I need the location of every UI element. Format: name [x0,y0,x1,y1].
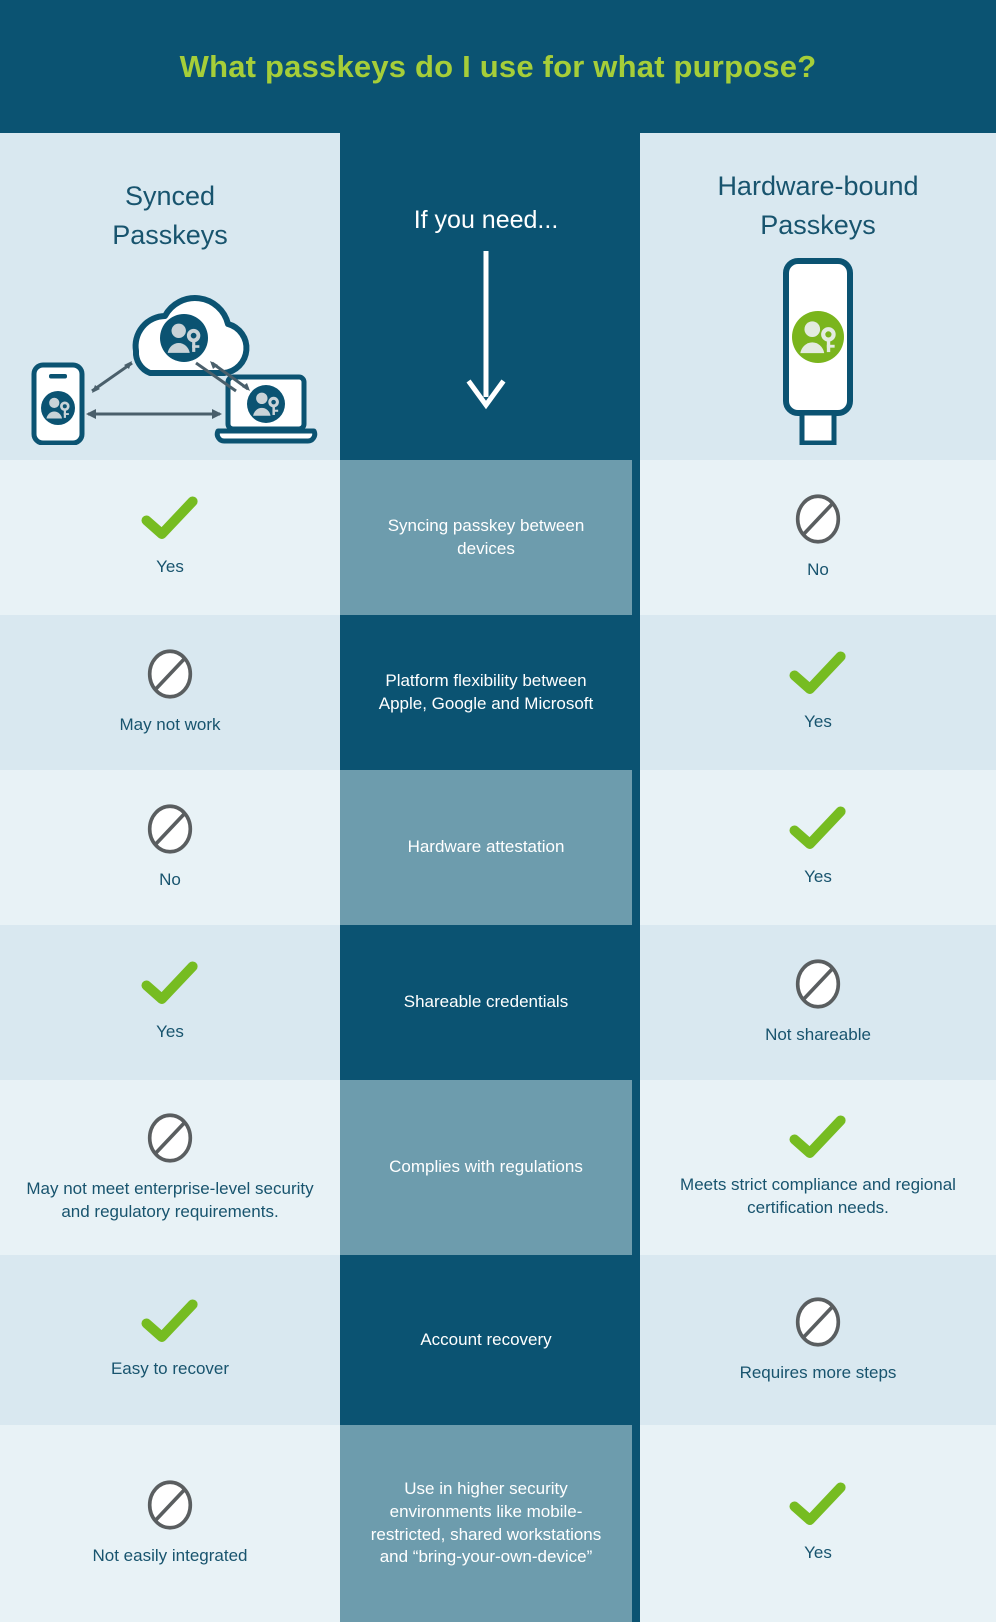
row-2-criterion-cell: Platform flexibility between Apple, Goog… [340,615,632,770]
no-icon [147,649,193,699]
row-6-criterion: Account recovery [420,1329,552,1349]
row-4-criterion-cell: Shareable credentials [340,925,632,1080]
row-3-criterion: Hardware attestation [407,837,565,857]
row-5-criterion: Complies with regulations [389,1157,583,1177]
row-6-right-wrap: Requires more steps [632,1255,996,1425]
row-4-right-wrap: Not shareable [632,925,996,1080]
row-7-criterion-cell: Use in higher security environments like… [340,1425,632,1622]
row-3-criterion-cell: Hardware attestation [340,770,632,925]
row-1-criterion: Syncing passkey between devices [387,515,585,558]
row-7-right-cell: Yes [640,1425,996,1622]
row-2-right-cell: Yes [640,615,996,770]
check-icon [141,496,198,540]
row-1-right-label: No [807,560,829,580]
row-5-right-wrap: Meets strict compliance and regional cer… [632,1080,996,1255]
row-4-criterion: Shareable credentials [403,992,569,1012]
title-bar: What passkeys do I use for what purpose? [0,0,996,133]
row-1-right-cell: No [640,460,996,615]
row-1-right-wrap: No [632,460,996,615]
row-7-left-label: Not easily integrated [92,1546,248,1566]
column-header-synced: Synced Passkeys [0,133,340,460]
row-4-right-label: Not shareable [765,1025,871,1045]
column-title-synced: Synced Passkeys [112,180,228,250]
page-title: What passkeys do I use for what purpose? [179,48,817,84]
row-1-criterion-cell: Syncing passkey between devices [340,460,632,615]
hardware-key-illustration [758,255,878,450]
row-5-left-cell: May not meet enterprise-level security a… [0,1080,340,1255]
row-2-left-label: May not work [119,715,221,735]
row-3-right-label: Yes [804,866,832,886]
row-3-right-cell: Yes [640,770,996,925]
check-icon [789,651,846,695]
row-3-left-label: No [159,870,181,890]
no-icon [147,1480,193,1530]
row-6-criterion-cell: Account recovery [340,1255,632,1425]
row-6-right-cell: Requires more steps [640,1255,996,1425]
row-2-criterion: Platform flexibility between Apple, Goog… [378,670,594,713]
row-1-left-label: Yes [156,556,184,576]
check-icon [141,1299,198,1342]
row-5-left-label: May not meet enterprise-level security a… [26,1178,314,1221]
row-2-right-wrap: Yes [632,615,996,770]
comparison-grid: Synced Passkeys If you need... Hardware-bou… [0,133,996,1622]
row-7-right-label: Yes [804,1542,832,1562]
row-2-right-label: Yes [804,711,832,731]
row-4-left-label: Yes [156,1021,184,1041]
flow-arrow [456,247,516,429]
no-icon [795,494,841,544]
check-icon [141,961,198,1005]
column-header-hardware-bound-wrap: Hardware-bound Passkeys [632,133,996,460]
row-7-right-wrap: Yes [632,1425,996,1622]
row-4-right-cell: Not shareable [640,925,996,1080]
synced-passkeys-illustration [20,265,320,450]
column-title-hardware-bound: Hardware-bound Passkeys [717,171,919,241]
row-4-left-cell: Yes [0,925,340,1080]
no-icon [147,1112,193,1163]
no-icon [147,804,193,854]
row-7-left-cell: Not easily integrated [0,1425,340,1622]
row-6-left-cell: Easy to recover [0,1255,340,1425]
down-arrow-icon [466,251,506,410]
row-7-criterion: Use in higher security environments like… [370,1478,602,1567]
row-3-right-wrap: Yes [632,770,996,925]
check-icon [789,806,846,850]
usb-security-key-icon [783,258,853,446]
row-6-right-label: Requires more steps [739,1362,897,1382]
cloud-sync-devices-icon [31,295,318,446]
row-5-right-cell: Meets strict compliance and regional cer… [640,1080,996,1255]
row-5-right-label: Meets strict compliance and regional cer… [680,1175,956,1218]
row-5-criterion-cell: Complies with regulations [340,1080,632,1255]
column-header-hardware-bound: Hardware-bound Passkeys [640,133,996,460]
row-1-left-cell: Yes [0,460,340,615]
row-6-left-label: Easy to recover [110,1359,230,1379]
row-2-left-cell: May not work [0,615,340,770]
no-icon [795,959,841,1009]
check-icon [789,1482,846,1526]
passkey-comparison-infographic: What passkeys do I use for what purpose?… [0,0,996,1622]
column-header-if-you-need: If you need... [340,133,632,460]
column-title-if-you-need: If you need... [413,205,559,234]
check-icon [789,1115,846,1158]
no-icon [795,1296,841,1347]
row-3-left-cell: No [0,770,340,925]
